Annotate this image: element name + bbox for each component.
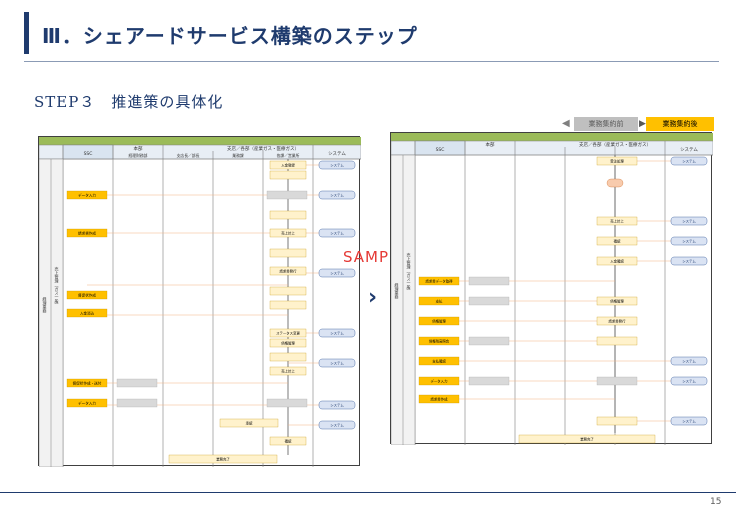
svg-text:データ入力: データ入力 [78,193,96,198]
arrow-right-icon: ▶ [639,119,646,129]
svg-text:入金登録: 入金登録 [281,163,295,168]
svg-text:売上計上: 売上計上 [281,231,295,236]
section-subtitle: STEP３ 推進策の具体化 [34,93,224,111]
svg-text:データ入力: データ入力 [78,401,96,406]
column-hq: 本部 [134,145,143,152]
flow-diagram-after: SSC 本部 支店／各部（産業ガス・医療ガス） システム 経理業務 売上管理（ガ… [390,132,714,446]
svg-text:債権残高照会: 債権残高照会 [429,339,450,344]
svg-text:システム: システム [330,361,344,366]
svg-text:承認: 承認 [246,421,253,426]
column-branch: 支店／各部（産業ガス・医療ガス） [227,145,299,152]
svg-text:売上計上: 売上計上 [281,369,295,374]
svg-text:システム: システム [330,163,344,168]
svg-text:督促状作成: 督促状作成 [78,293,96,298]
svg-text:請求書発行: 請求書発行 [609,319,627,324]
page-title: Ⅲ．シェアードサービス構築のステップ [42,24,418,48]
subcolumn-1: 支店長／部長 [177,153,200,158]
svg-text:督促状作成・送付: 督促状作成・送付 [73,381,102,386]
svg-text:請求書作成: 請求書作成 [78,231,96,236]
svg-text:システム: システム [682,379,696,384]
svg-text:入金消込: 入金消込 [80,311,95,316]
svg-text:確認: 確認 [614,239,621,244]
column-system: システム [328,151,346,157]
svg-text:業務完了: 業務完了 [216,457,230,462]
svg-text:業務完了: 業務完了 [580,437,594,442]
subcolumn-0: 経理財務部 [129,153,148,158]
legend-before-badge: 業務集約前 [574,117,638,131]
svg-text:ステータス変更: ステータス変更 [276,331,300,336]
svg-text:システム: システム [330,271,344,276]
svg-text:支払確認: 支払確認 [432,359,446,364]
svg-text:請求書発行: 請求書発行 [280,269,298,274]
subcolumn-3: 各課／営業所 [277,153,300,158]
row-label: 経理業務 [43,296,48,314]
svg-text:システム: システム [682,259,696,264]
svg-text:データ入力: データ入力 [431,379,449,384]
svg-text:請求書作成: 請求書作成 [431,397,449,402]
svg-text:支店／各部（産業ガス・医療ガス）: 支店／各部（産業ガス・医療ガス） [579,141,651,148]
svg-text:システム: システム [330,231,344,236]
legend-after-badge: 業務集約後 [646,117,714,131]
column-ssc: SSC [84,151,93,157]
chevron-right-icon: › [368,285,378,310]
side-label: 売上管理（ガス一般） [55,266,60,307]
svg-text:システム: システム [330,193,344,198]
svg-text:システム: システム [330,423,344,428]
svg-text:売上管理（ガス一般）: 売上管理（ガス一般） [407,252,412,293]
svg-text:システム: システム [330,403,344,408]
svg-text:受注処理: 受注処理 [610,159,624,164]
svg-text:経理業務: 経理業務 [395,282,400,300]
svg-text:売上計上: 売上計上 [610,219,624,224]
svg-text:本部: 本部 [486,141,495,148]
svg-text:支払: 支払 [436,299,443,304]
svg-text:請求書データ取得: 請求書データ取得 [425,279,453,284]
svg-text:SSC: SSC [436,147,445,153]
flow-diagram-before: SSC 本部 支店／各部（産業ガス・医療ガス） システム 経理財務部 支店長／部… [38,136,362,468]
svg-text:債権管理: 債権管理 [610,299,624,304]
title-accent-bar [24,12,29,54]
subcolumn-2: 業務課 [232,153,244,158]
svg-text:システム: システム [682,419,696,424]
title-divider [24,61,719,62]
svg-text:システム: システム [330,331,344,336]
svg-text:債権管理: 債権管理 [281,341,295,346]
arrow-left-icon: ◀ [562,118,570,129]
footer-divider [0,492,736,493]
page-number: 15 [710,497,722,507]
svg-text:システム: システム [682,219,696,224]
svg-text:債権管理: 債権管理 [432,319,446,324]
svg-text:確認: 確認 [285,439,292,444]
svg-text:システム: システム [682,359,696,364]
svg-text:入金確認: 入金確認 [610,259,624,264]
svg-text:システム: システム [682,159,696,164]
svg-text:システム: システム [682,239,696,244]
svg-text:システム: システム [680,147,698,153]
